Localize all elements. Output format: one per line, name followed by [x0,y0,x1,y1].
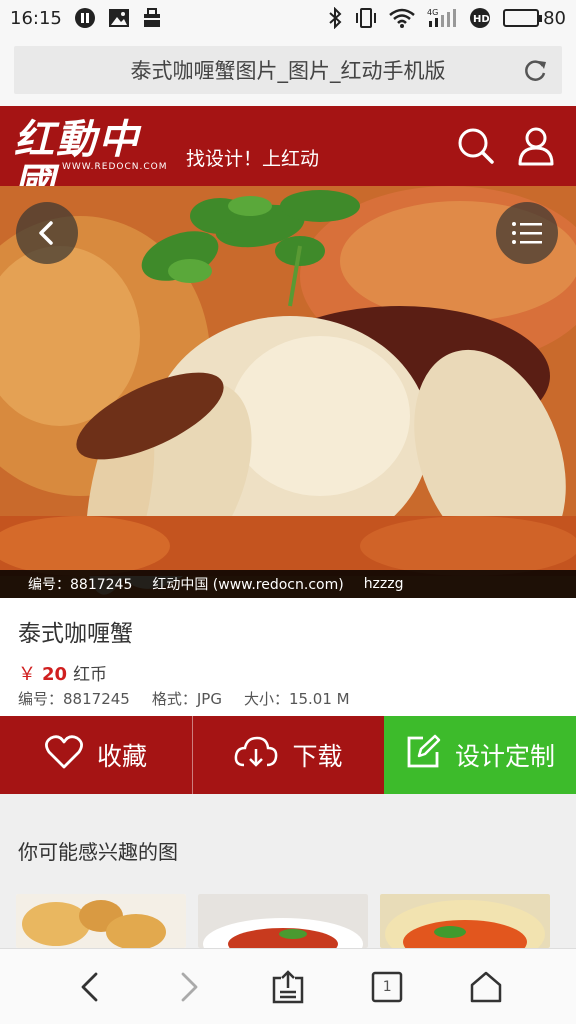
download-label: 下载 [292,742,343,771]
search-icon[interactable] [456,126,496,166]
wifi-icon [389,8,415,28]
size-value: 15.01 M [288,690,350,708]
format-label: 格式： [151,690,197,708]
image-icon [108,8,130,28]
tabs-icon[interactable]: 1 [365,965,409,1009]
edit-icon [405,734,441,776]
battery-icon [503,9,543,27]
product-info: 泰式咖喱蟹 ￥ 20 红币 编号：8817245 格式：JPG 大小：15.01… [0,598,576,716]
back-arrow-icon[interactable] [16,202,78,264]
svg-text:HD: HD [473,14,490,25]
price-symbol: ￥ [18,664,36,685]
logo-domain: WWW.REDOCN.COM [62,162,168,172]
bluetooth-icon [327,7,343,29]
share-icon[interactable] [266,965,310,1009]
favorite-label: 收藏 [96,742,147,771]
site-slogan: 找设计！上红动 [186,148,320,170]
recommendation-thumbnail[interactable] [380,894,550,948]
id-value: 8817245 [63,690,130,708]
recommendation-thumbnail[interactable] [16,894,186,948]
page-title: 泰式咖喱蟹图片_图片_红动手机版 [130,59,446,83]
meta-size: 大小：15.01 M [244,688,350,709]
hero-image[interactable]: 编号：8817245 红动中国 (www.redocn.com) hzzzg [0,186,576,598]
refresh-icon[interactable] [522,58,548,84]
hd-icon: HD [469,7,491,29]
action-bar: 收藏 下载 设计定制 [0,716,576,794]
meta-format: 格式：JPG [152,688,222,709]
favorite-button[interactable]: 收藏 [0,716,192,794]
price-value: 20 [42,664,68,685]
browser-toolbar: 泰式咖喱蟹图片_图片_红动手机版 [0,36,576,106]
site-logo[interactable]: 红動中國 WWW.REDOCN.COM [14,118,180,206]
mobile-browser-page: 16:15 4G HD 80 泰式咖喱蟹图片_图片_红动手机版 红動中國 WWW… [0,0,576,1024]
browser-bottom-nav: 1 [0,948,576,1024]
battery-indicator: 80 [503,8,566,29]
pause-icon [74,7,96,29]
recommendations-section: 你可能感兴趣的图 [0,794,576,948]
price-unit: 红币 [73,665,108,685]
custom-design-label: 设计定制 [454,742,555,771]
bag-icon [142,8,162,28]
svg-text:4G: 4G [427,8,438,17]
back-nav-icon[interactable] [68,965,112,1009]
recommendations-title: 你可能感兴趣的图 [18,840,178,864]
product-price: ￥ 20 红币 [18,660,558,686]
image-caption: 编号：8817245 红动中国 (www.redocn.com) hzzzg [0,570,576,598]
size-label: 大小： [243,690,289,708]
download-button[interactable]: 下载 [192,716,384,794]
crab-dish-illustration [0,186,576,598]
address-bar[interactable]: 泰式咖喱蟹图片_图片_红动手机版 [14,46,562,94]
battery-level-text: 80 [543,7,566,29]
home-icon[interactable] [464,965,508,1009]
caption-id: 编号：8817245 [28,577,133,593]
status-time: 16:15 [10,7,62,29]
product-meta: 编号：8817245 格式：JPG 大小：15.01 M [18,688,558,709]
cloud-download-icon [234,735,278,775]
caption-site: 红动中国 (www.redocn.com) [152,577,344,593]
status-bar: 16:15 4G HD 80 [0,0,576,36]
heart-icon [45,735,83,775]
forward-nav-icon[interactable] [167,965,211,1009]
format-value: JPG [196,690,222,708]
signal-4g-icon: 4G [427,7,457,29]
custom-design-button[interactable]: 设计定制 [384,716,576,794]
menu-list-icon[interactable] [496,202,558,264]
tab-count: 1 [382,978,392,995]
meta-id: 编号：8817245 [18,688,130,709]
recommendation-thumbnail[interactable] [198,894,368,948]
user-icon[interactable] [516,126,556,166]
caption-user: hzzzg [363,576,404,592]
product-title: 泰式咖喱蟹 [18,621,133,647]
id-label: 编号： [18,690,64,708]
site-header: 红動中國 WWW.REDOCN.COM 找设计！上红动 [0,106,576,206]
vibrate-icon [355,7,377,29]
